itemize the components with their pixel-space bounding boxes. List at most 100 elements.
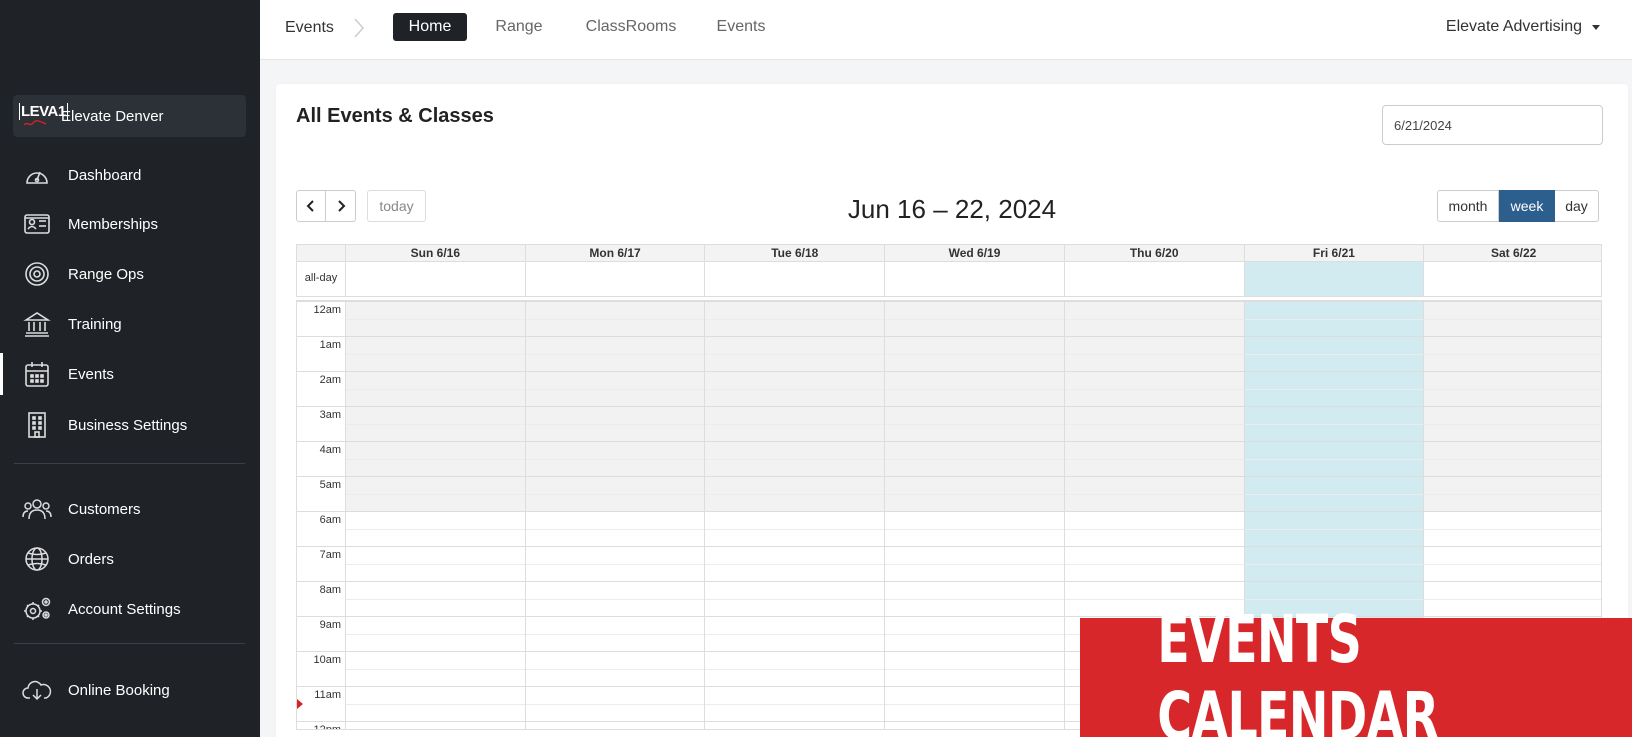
all-day-cell[interactable] [524,262,705,296]
tab-home[interactable]: Home [393,13,467,41]
account-name: Elevate Advertising [1445,18,1582,35]
brand-logo-text: LEVA1 [19,103,68,120]
sidebar-item-label: Customers [68,500,141,518]
calendar-icon [22,359,52,389]
half-hour-line [345,598,1601,600]
all-day-row: all-day [296,262,1602,297]
account-dropdown[interactable]: Elevate Advertising [1446,18,1600,36]
view-week-button[interactable]: week [1499,190,1555,222]
day-column-line [704,301,706,729]
sidebar-item-label: Online Booking [68,681,170,699]
view-month-button[interactable]: month [1437,190,1499,222]
time-label: 10am [313,654,341,666]
hour-line [297,301,1601,302]
time-label: 5am [319,479,341,491]
view-switcher: month week day [1437,190,1599,222]
day-header[interactable]: Sun 6/16 [345,245,525,263]
sidebar-item-label: Training [68,315,122,333]
sidebar-item-label: Dashboard [68,166,142,184]
cloud-download-icon [22,675,52,705]
chevron-right-icon [354,18,365,38]
date-picker-input[interactable] [1382,105,1603,145]
day-header[interactable]: Mon 6/17 [524,245,705,263]
top-bar: Events Home Range ClassRooms Events Elev… [260,0,1632,60]
time-label: 7am [319,549,341,561]
sidebar-divider [14,463,245,464]
day-header[interactable]: Fri 6/21 [1243,245,1424,263]
brand-name: Elevate Denver [61,107,164,125]
hour-line [297,441,1601,442]
calendar-title: Jun 16 – 22, 2024 [847,194,1057,224]
sidebar-item-orders[interactable]: Orders [0,538,260,580]
building-columns-icon [22,309,52,339]
sidebar-item-range-ops[interactable]: Range Ops [0,253,260,295]
sidebar-item-events[interactable]: Events [0,353,260,395]
time-label: 3am [319,409,341,421]
day-column-line [1063,301,1065,729]
half-hour-line [345,318,1601,320]
banner-text: EVENTS CALENDAR [1157,600,1439,737]
half-hour-line [345,528,1601,530]
time-label: 2am [319,374,341,386]
all-day-cell[interactable] [1243,262,1424,296]
target-icon [22,259,52,289]
day-header[interactable]: Thu 6/20 [1063,245,1244,263]
day-column-line [884,301,886,729]
hour-line [297,581,1601,582]
hour-line [297,511,1601,512]
day-header[interactable]: Tue 6/18 [704,245,884,263]
sidebar-item-customers[interactable]: Customers [0,488,260,530]
sidebar-item-training[interactable]: Training [0,303,260,345]
tab-classrooms[interactable]: ClassRooms [576,13,686,41]
globe-icon [22,544,52,574]
time-label: 11am [314,689,341,701]
half-hour-line [345,423,1601,425]
all-day-cell[interactable] [1063,262,1244,296]
all-day-cell[interactable] [884,262,1064,296]
half-hour-line [345,353,1601,355]
day-header[interactable]: Sat 6/22 [1423,245,1603,263]
hour-line [297,406,1601,407]
tab-events[interactable]: Events [708,13,774,41]
sidebar-item-label: Business Settings [68,416,188,434]
sidebar-item-label: Orders [68,550,114,568]
caret-down-icon [1592,24,1600,30]
dashboard-icon [22,160,52,190]
day-column-line [524,301,526,729]
all-day-cell[interactable] [704,262,884,296]
page-title: All Events & Classes [296,105,494,127]
time-label: 6am [319,514,341,526]
time-label: 4am [319,444,341,456]
promo-banner: EVENTS CALENDAR [1080,601,1632,737]
all-day-cell[interactable] [1423,262,1603,296]
hour-line [297,546,1601,547]
hour-line [297,476,1601,477]
time-label: 1am [319,339,341,351]
all-day-cell[interactable] [345,262,525,296]
time-label: 12pm [313,724,341,730]
half-hour-line [345,388,1601,390]
half-hour-line [345,493,1601,495]
brand-switcher[interactable]: LEVA1 Elevate Denver [13,95,246,137]
sidebar-item-label: Memberships [68,215,159,233]
sidebar: LEVA1 Elevate Denver Dashboard Membershi… [0,0,260,737]
id-card-icon [22,209,52,239]
day-header-row: Sun 6/16 Mon 6/17 Tue 6/18 Wed 6/19 Thu 6/20… [296,244,1603,263]
tab-range[interactable]: Range [484,13,554,41]
time-label: 12am [313,304,341,316]
breadcrumb[interactable]: Events [285,19,334,37]
sidebar-item-business-settings[interactable]: Business Settings [0,404,260,446]
brand-logo: LEVA1 [19,103,68,129]
view-day-button[interactable]: day [1555,190,1599,222]
hour-line [297,336,1601,337]
day-header[interactable]: Wed 6/19 [884,245,1064,263]
sidebar-item-account-settings[interactable]: Account Settings [0,588,260,630]
day-column-line [345,301,346,729]
half-hour-line [345,458,1601,460]
sidebar-item-memberships[interactable]: Memberships [0,203,260,245]
sidebar-item-online-booking[interactable]: Online Booking [0,669,260,711]
gears-icon [22,594,52,624]
sidebar-item-dashboard[interactable]: Dashboard [0,154,260,196]
time-label: 8am [319,584,341,596]
sidebar-item-label: Events [68,365,114,383]
